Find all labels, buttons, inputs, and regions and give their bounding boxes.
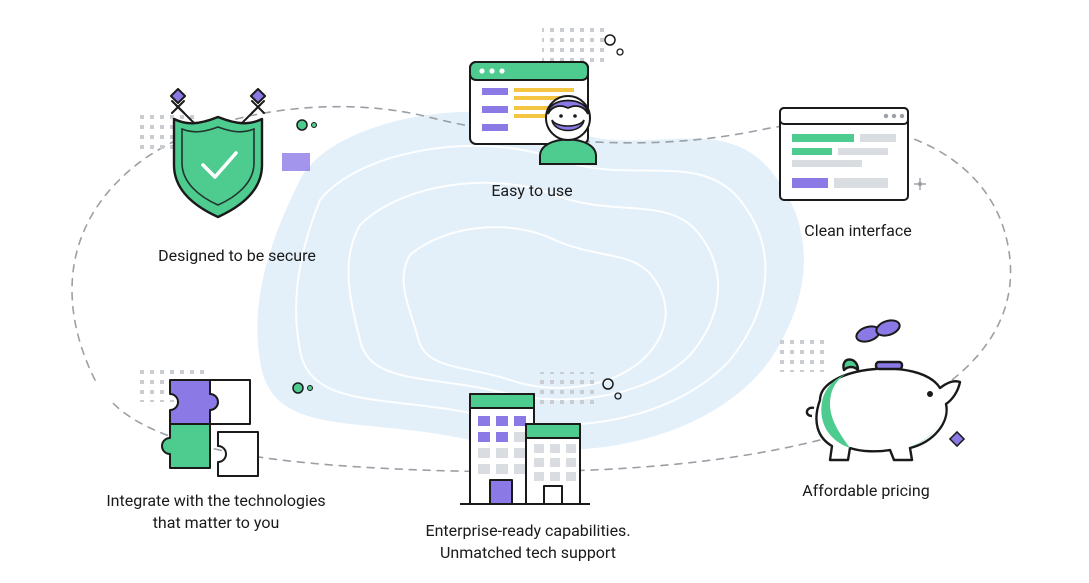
shield-icon — [174, 117, 262, 217]
integrate-label: Integrate with the technologies that mat… — [86, 490, 346, 533]
puzzle-icon — [162, 380, 258, 476]
secure-label: Designed to be secure — [158, 245, 316, 267]
user-icon — [540, 96, 596, 164]
clean-label: Clean interface — [804, 220, 911, 242]
easy-label: Easy to use — [491, 180, 572, 202]
piggy-bank-icon — [807, 360, 960, 461]
clean-icon-group — [780, 108, 926, 200]
pricing-icon-group — [780, 318, 964, 460]
pricing-label: Affordable pricing — [802, 480, 929, 502]
secure-icon-group — [140, 89, 317, 217]
features-diagram: Designed to be secure Easy to use Clean … — [0, 0, 1089, 583]
enterprise-label: Enterprise-ready capabilities. Unmatched… — [398, 520, 658, 563]
